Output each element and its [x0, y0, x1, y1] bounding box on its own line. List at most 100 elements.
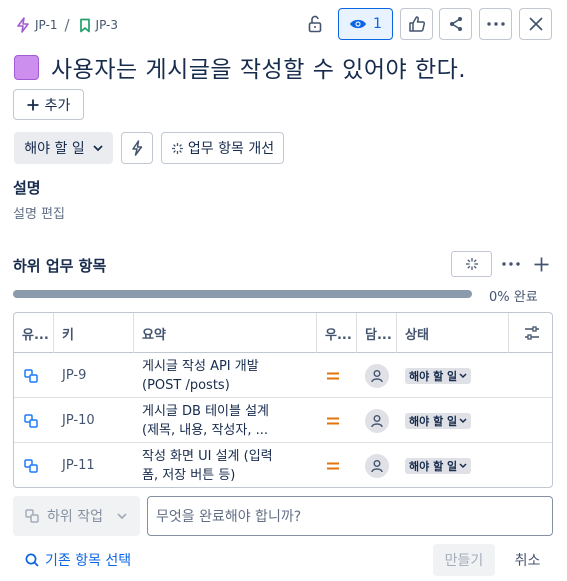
close-button[interactable] [519, 8, 552, 40]
status-lozenge[interactable]: 해야 할 일 [405, 457, 472, 474]
create-button[interactable]: 만들기 [433, 544, 495, 576]
subtask-summary-input[interactable]: 무엇을 완료해야 합니까? [147, 496, 553, 536]
table-header: 유... 키 요약 우... 담... 상태 [14, 313, 552, 353]
subtask-summary-cell[interactable]: 게시글 DB 테이블 설계 (제목, 내용, 작성자, ... [142, 398, 292, 443]
table-row[interactable]: JP-11 작성 화면 UI 설계 (입력 폼, 저장 버튼 등) 해야 할 일 [14, 443, 552, 487]
subtask-icon [24, 413, 38, 428]
sparkle-icon [465, 257, 479, 271]
breadcrumb: JP-1 / JP-3 [16, 15, 118, 35]
vote-button[interactable] [400, 8, 433, 40]
plus-icon [27, 99, 39, 111]
work-type-select[interactable]: 하위 작업 [13, 496, 140, 536]
subtask-summary[interactable]: 작성 화면 UI 설계 (입력 폼, 저장 버튼 등) [142, 447, 292, 485]
watchers-count: 1 [373, 16, 382, 32]
unlock-icon [307, 15, 323, 33]
more-icon [502, 262, 520, 266]
description-heading: 설명 [13, 179, 41, 197]
assignee-cell[interactable] [365, 443, 389, 487]
subtask-summary-line: (제목, 내용, 작성자, ... [142, 422, 268, 438]
subtask-summary[interactable]: 게시글 작성 API 개발 (POST /posts) [142, 357, 292, 395]
subtask-summary-cell[interactable]: 게시글 작성 API 개발 (POST /posts) [142, 353, 292, 398]
subtask-key[interactable]: JP-10 [62, 398, 95, 443]
subtask-key[interactable]: JP-9 [62, 353, 86, 398]
avatar [365, 363, 389, 388]
subtask-key[interactable]: JP-11 [62, 443, 95, 487]
more-actions-button[interactable] [479, 8, 512, 40]
settings-sliders-icon [524, 326, 540, 340]
lightning-icon [131, 140, 143, 156]
more-icon [486, 22, 505, 26]
automation-button[interactable] [121, 132, 153, 164]
status-dropdown[interactable]: 해야 할 일 [14, 132, 113, 164]
subtask-icon [24, 458, 38, 473]
watch-button[interactable]: 1 [338, 8, 393, 40]
add-label: 추가 [44, 97, 71, 114]
add-button[interactable]: 추가 [13, 89, 84, 120]
description-edit[interactable]: 설명 편집 [13, 203, 65, 222]
subtask-summary-line: 작성 화면 UI 설계 (입력 [142, 448, 273, 464]
subtask-ai-button[interactable] [451, 251, 492, 277]
status-lozenge[interactable]: 해야 할 일 [405, 412, 472, 429]
epic-icon [16, 17, 30, 33]
work-type-label: 하위 작업 [47, 509, 103, 525]
share-button[interactable] [439, 8, 472, 40]
chevron-down-icon [459, 372, 467, 379]
lock-button[interactable] [298, 8, 331, 40]
choose-existing-label: 기존 항목 선택 [45, 553, 132, 569]
status-label: 해야 할 일 [24, 141, 85, 157]
chevron-down-icon [93, 144, 103, 152]
sparkle-icon [171, 142, 184, 155]
subtask-summary-line: 게시글 작성 API 개발 [142, 358, 259, 374]
subtasks-table: 유... 키 요약 우... 담... 상태 JP-9 게시글 작성 API 개… [13, 312, 553, 488]
status-lozenge-label: 해야 할 일 [409, 459, 458, 473]
subtask-more-button[interactable] [495, 248, 527, 280]
column-header-type[interactable]: 유... [14, 313, 54, 353]
share-icon [448, 16, 464, 32]
table-row[interactable]: JP-10 게시글 DB 테이블 설계 (제목, 내용, 작성자, ... 해야… [14, 398, 552, 443]
status-cell[interactable]: 해야 할 일 [405, 443, 472, 487]
close-icon [528, 17, 543, 31]
plus-icon [534, 257, 549, 272]
progress-text: 0% 완료 [489, 290, 538, 305]
status-lozenge-label: 해야 할 일 [409, 414, 458, 428]
column-header-status[interactable]: 상태 [397, 313, 509, 353]
improve-label: 업무 항목 개선 [187, 141, 275, 157]
subtask-icon [25, 509, 39, 523]
chevron-down-icon [117, 512, 127, 520]
chevron-down-icon [459, 462, 467, 469]
issue-title[interactable]: 사용자는 게시글을 작성할 수 있어야 한다. [51, 50, 466, 84]
story-icon [79, 18, 91, 33]
improve-issue-button[interactable]: 업무 항목 개선 [161, 132, 284, 164]
subtask-summary[interactable]: 게시글 DB 테이블 설계 (제목, 내용, 작성자, ... [142, 402, 292, 440]
thumbs-up-icon [408, 15, 426, 33]
issue-type-icon[interactable] [14, 55, 39, 80]
subtask-summary-cell[interactable]: 작성 화면 UI 설계 (입력 폼, 저장 버튼 등) [142, 443, 292, 487]
column-header-summary[interactable]: 요약 [134, 313, 317, 353]
chevron-down-icon [459, 417, 467, 424]
status-lozenge[interactable]: 해야 할 일 [405, 367, 472, 384]
add-subtask-button[interactable] [525, 248, 557, 280]
assignee-cell[interactable] [365, 398, 389, 443]
column-header-priority[interactable]: 우... [317, 313, 357, 353]
subtask-summary-line: 폼, 저장 버튼 등) [142, 467, 236, 483]
avatar [365, 453, 389, 478]
breadcrumb-parent-link[interactable]: JP-1 [35, 18, 57, 32]
subtask-summary-line: 게시글 DB 테이블 설계 [142, 403, 270, 419]
column-header-key[interactable]: 키 [54, 313, 134, 353]
subtask-type-cell [24, 398, 38, 443]
choose-existing-button[interactable]: 기존 항목 선택 [25, 550, 131, 570]
status-lozenge-label: 해야 할 일 [409, 369, 458, 383]
subtask-type-cell [24, 353, 38, 398]
subtask-summary-line: (POST /posts) [142, 377, 230, 393]
cancel-button[interactable]: 취소 [505, 544, 550, 576]
assignee-cell[interactable] [365, 353, 389, 398]
column-settings-button[interactable] [509, 313, 552, 353]
column-header-assignee[interactable]: 담... [357, 313, 397, 353]
status-cell[interactable]: 해야 할 일 [405, 353, 472, 398]
eye-icon [349, 18, 367, 30]
table-row[interactable]: JP-9 게시글 작성 API 개발 (POST /posts) 해야 할 일 [14, 353, 552, 398]
breadcrumb-issue-key[interactable]: JP-3 [96, 18, 118, 32]
priority-medium-icon [326, 353, 340, 398]
status-cell[interactable]: 해야 할 일 [405, 398, 472, 443]
priority-medium-icon [326, 398, 340, 443]
